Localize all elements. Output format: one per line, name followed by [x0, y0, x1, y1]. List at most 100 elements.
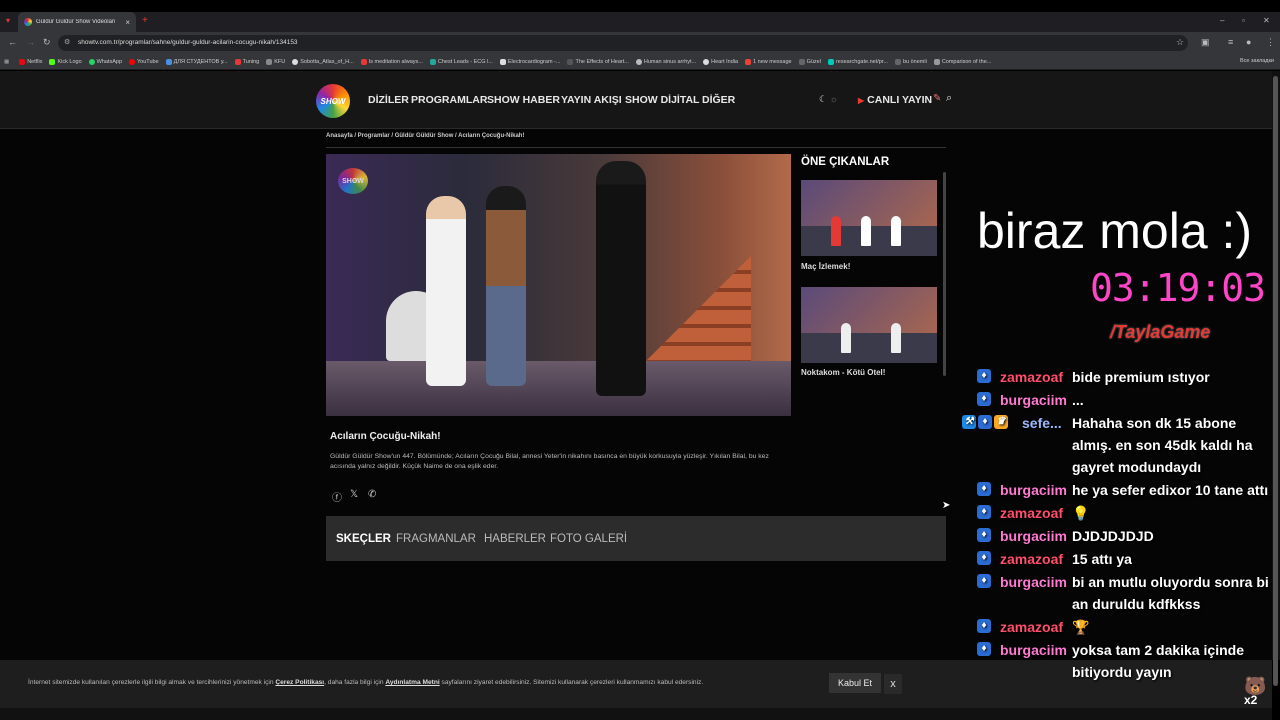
nav-yayin-akisi[interactable]: YAYIN AKIŞI	[561, 94, 622, 106]
show-logo[interactable]: SHOW	[316, 84, 350, 118]
bookmark-icon	[933, 58, 940, 65]
thumbnail-person	[841, 323, 851, 353]
channel-watermark: SHOW	[338, 168, 368, 194]
bookmark-item[interactable]: 1 new message	[745, 58, 792, 65]
tab-menu-icon[interactable]: ▾	[6, 16, 10, 25]
close-cookie-button[interactable]: x	[884, 674, 902, 694]
bookmark-item[interactable]: Tuning	[234, 58, 259, 65]
new-tab-button[interactable]: +	[142, 15, 148, 26]
chat-text: yoksa tam 2 dakika içinde bitiyordu yayı…	[1072, 642, 1244, 680]
bookmark-item[interactable]: Electrocardiogram -...	[499, 58, 560, 65]
sub-badge-icon: ♦	[977, 392, 991, 406]
streamer-logo: /TaylaGame	[1110, 322, 1211, 342]
chat-text: 🏆	[1072, 619, 1090, 635]
featured-item-label[interactable]: Noktakom - Kötü Otel!	[801, 368, 885, 377]
bookmark-item[interactable]: KFU	[266, 58, 285, 65]
bookmark-item[interactable]: Is meditation always...	[360, 58, 423, 65]
tab-fragmanlar[interactable]: FRAGMANLAR	[396, 533, 476, 545]
bookmark-item[interactable]: Güzel	[798, 58, 821, 65]
nav-show-dijital[interactable]: SHOW DİJİTAL	[625, 94, 699, 106]
whatsapp-share-icon[interactable]: ✆	[368, 489, 376, 500]
sub-badge-icon: ♦	[977, 619, 991, 633]
bookmark-icon	[360, 58, 367, 65]
chat-username: burgaciim	[1000, 528, 1067, 544]
url-field[interactable]: ⚙ showtv.com.tr/programlar/sahne/guldur-…	[58, 35, 1188, 51]
bookmark-icon	[266, 58, 273, 65]
bookmark-item[interactable]: Chest Leads - ECG l...	[429, 58, 493, 65]
featured-item-label[interactable]: Maç İzlemek!	[801, 262, 850, 271]
extensions-icon[interactable]: ▣	[1201, 37, 1210, 48]
tab-favicon-icon	[24, 18, 32, 26]
all-bookmarks[interactable]: Все закладки	[1240, 58, 1274, 64]
site-info-icon[interactable]: ⚙	[64, 35, 70, 51]
bookmark-item[interactable]: bu önemli	[894, 58, 927, 65]
tab-haberler[interactable]: HABERLER	[484, 533, 546, 545]
crown-icon: ♛	[994, 415, 1008, 429]
facebook-icon[interactable]: ⓕ	[332, 489, 342, 504]
featured-scrollbar[interactable]	[943, 172, 946, 376]
video-title: Acıların Çocuğu-Nikah!	[330, 431, 441, 442]
reload-icon[interactable]: ↻	[43, 37, 51, 48]
url-text: showtv.com.tr/programlar/sahne/guldur-gu…	[78, 39, 298, 46]
window-close-icon[interactable]: ✕	[1263, 16, 1270, 25]
bookmark-item[interactable]: WhatsApp	[88, 58, 122, 65]
featured-thumbnail[interactable]	[801, 180, 937, 256]
x-icon[interactable]: 𝕏	[350, 489, 358, 500]
video-frame-person	[596, 161, 646, 396]
bookmark-item[interactable]: ДЛЯ СТУДЕНТОВ у...	[165, 58, 228, 65]
nav-diger[interactable]: DİĞER	[702, 94, 735, 106]
privacy-notice-link[interactable]: Aydınlatma Metni	[385, 679, 439, 686]
bookmark-icon	[635, 58, 642, 65]
theme-toggle[interactable]: ☾ ☼	[819, 94, 838, 105]
bookmark-item[interactable]: The Effects of Heart...	[567, 58, 629, 65]
chat-text: 15 attı ya	[1072, 551, 1132, 567]
thumbnail-person	[861, 216, 871, 246]
back-icon[interactable]: ←	[8, 37, 17, 47]
chat-text: DJDJDJDJD	[1072, 528, 1154, 544]
bookmark-item[interactable]: Human sinus arrhyt...	[635, 58, 696, 65]
tab-skecler[interactable]: SKEÇLER	[336, 533, 391, 545]
minimize-icon[interactable]: –	[1220, 16, 1224, 25]
search-icon[interactable]: ⌕	[946, 92, 952, 105]
tab-close-icon[interactable]: ×	[125, 18, 130, 27]
nav-diziler[interactable]: DİZİLER	[368, 94, 409, 106]
sub-badge-icon: ♦	[977, 574, 991, 588]
forward-icon[interactable]: →	[26, 37, 35, 47]
apps-icon[interactable]: ▦	[4, 59, 9, 65]
netflix-icon	[19, 58, 26, 65]
video-frame-person	[426, 196, 466, 386]
tab-foto-galeri[interactable]: FOTO GALERİ	[550, 533, 627, 545]
cookie-text: İnternet sitemizde kullanılan çerezlerle…	[28, 679, 704, 686]
gmail-icon	[745, 58, 752, 65]
page-scrollbar-thumb[interactable]	[1273, 76, 1278, 686]
nav-show-haber[interactable]: SHOW HABER	[487, 94, 560, 106]
bookmark-star-icon[interactable]: ☆	[1176, 37, 1184, 48]
browser-tab[interactable]: Güldür Güldür Show Videoları ×	[18, 12, 136, 32]
bookmark-item[interactable]: Sobotta_Atlas_of_H...	[292, 58, 354, 65]
browser-titlebar: ▾ Güldür Güldür Show Videoları × + – ▫ ✕	[0, 12, 1280, 32]
featured-thumbnail[interactable]	[801, 287, 937, 363]
sun-icon: ☼	[829, 94, 838, 104]
bookmark-item[interactable]: Kick Logo	[49, 58, 82, 65]
cookie-policy-link[interactable]: Çerez Politikası	[275, 679, 324, 686]
mic-icon[interactable]: ✎	[933, 93, 941, 104]
bookmark-item[interactable]: Heart India	[703, 58, 738, 65]
sub-badge-icon: ♦	[977, 482, 991, 496]
profile-icon[interactable]: ●	[1246, 37, 1251, 47]
browser-menu-icon[interactable]: ⋮	[1266, 37, 1275, 48]
restore-icon[interactable]: ▫	[1242, 16, 1245, 25]
media-icon[interactable]: ≡	[1228, 37, 1233, 47]
video-player[interactable]: SHOW	[326, 154, 791, 416]
globe-icon	[292, 58, 299, 65]
bookmark-item[interactable]: researchgate.net/pr...	[827, 58, 888, 65]
thumbnail-person	[891, 216, 901, 246]
breadcrumb[interactable]: Anasayfa / Programlar / Güldür Güldür Sh…	[326, 133, 524, 139]
bookmark-icon	[567, 58, 574, 65]
moderator-badge-icon: ⚒	[962, 415, 976, 429]
bookmark-item[interactable]: Comparison of the...	[933, 58, 991, 65]
bookmark-item[interactable]: Netflix	[19, 58, 42, 65]
accept-cookies-button[interactable]: Kabul Et	[829, 673, 881, 693]
live-button[interactable]: ▶ CANLI YAYIN	[858, 94, 932, 106]
bookmark-item[interactable]: YouTube	[129, 58, 159, 65]
nav-programlar[interactable]: PROGRAMLAR	[411, 94, 487, 106]
